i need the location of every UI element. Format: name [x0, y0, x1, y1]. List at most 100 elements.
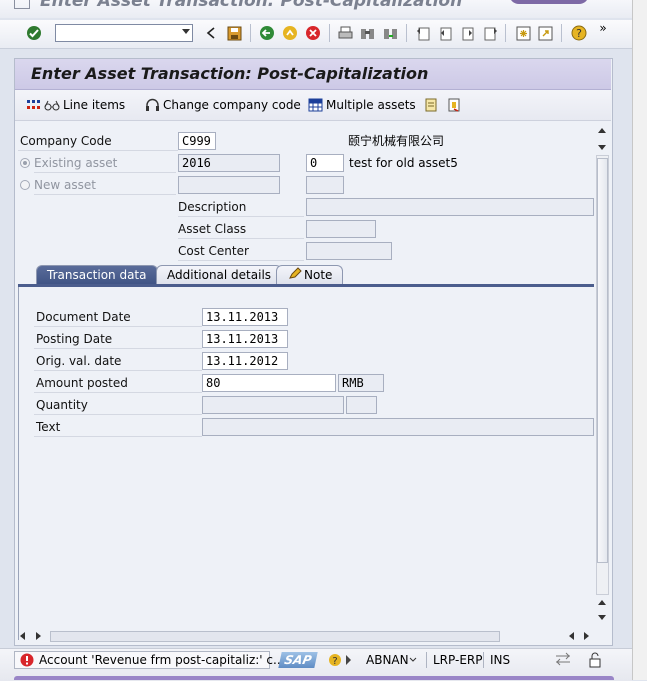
more-icon[interactable]: »	[595, 20, 611, 36]
status-chevron-icon[interactable]	[409, 652, 417, 668]
window-control-button[interactable]	[509, 0, 589, 4]
toolbar-separator	[250, 24, 251, 42]
description-label: Description	[178, 198, 304, 217]
horizontal-scrollbar[interactable]	[18, 629, 609, 643]
svg-text:?: ?	[332, 656, 337, 667]
scroll-right-icon[interactable]	[584, 632, 589, 640]
document-overview-icon	[424, 98, 439, 112]
new-asset-subnumber-field[interactable]	[306, 176, 344, 194]
connection-icon	[555, 652, 571, 668]
tab-additional-details[interactable]: Additional details	[156, 265, 283, 285]
scroll-up-icon[interactable]	[598, 600, 606, 605]
asset-class-field[interactable]	[306, 220, 376, 238]
first-page-icon[interactable]	[415, 25, 431, 41]
scroll-left-icon[interactable]	[569, 632, 574, 640]
description-field[interactable]	[306, 198, 594, 216]
existing-asset-label: Existing asset	[34, 154, 176, 173]
status-message[interactable]: Account 'Revenue frm post-capitaliz:' c.…	[14, 651, 284, 670]
background-window-strip	[632, 0, 647, 680]
company-name: 颐宁机械有限公司	[348, 134, 445, 148]
simulate-button[interactable]	[447, 96, 462, 114]
asset-subnumber-field[interactable]: 0	[306, 154, 344, 172]
insert-mode-field: INS	[490, 653, 511, 667]
cancel-icon[interactable]	[305, 25, 321, 41]
new-session-icon[interactable]	[515, 25, 531, 41]
currency-field[interactable]: RMB	[338, 374, 384, 392]
status-message-text: Account 'Revenue frm post-capitaliz:' c.…	[39, 653, 285, 667]
check-icon[interactable]	[26, 25, 42, 41]
posting-date-field[interactable]: 13.11.2013	[202, 330, 288, 348]
help-icon[interactable]: ?	[571, 25, 587, 41]
quantity-label: Quantity	[34, 396, 202, 415]
change-company-code-label: Change company code	[163, 98, 301, 112]
toolbar-separator	[561, 24, 562, 42]
scroll-down-icon[interactable]	[598, 615, 606, 620]
find-icon[interactable]	[359, 25, 375, 41]
next-page-icon[interactable]	[460, 25, 476, 41]
toolbar-separator	[329, 24, 330, 42]
shortcut-icon[interactable]	[537, 25, 553, 41]
scrollbar-thumb[interactable]	[597, 158, 608, 563]
expand-arrow-icon[interactable]	[345, 652, 353, 668]
new-asset-label: New asset	[34, 176, 176, 195]
scroll-down-icon[interactable]	[598, 145, 606, 150]
orig-val-date-label: Orig. val. date	[34, 352, 202, 371]
asset-description-text: test for old asset5	[349, 156, 458, 170]
scroll-left-icon[interactable]	[20, 632, 25, 640]
tab-label: Transaction data	[47, 268, 147, 282]
existing-asset-radio[interactable]	[20, 158, 30, 168]
existing-asset-field[interactable]: 2016	[178, 154, 280, 172]
svg-text:?: ?	[576, 27, 582, 40]
document-date-field[interactable]: 13.11.2013	[202, 308, 288, 326]
error-icon	[20, 653, 34, 670]
tab-label: Note	[304, 268, 333, 282]
find-next-icon[interactable]	[382, 25, 398, 41]
orig-val-date-field[interactable]: 13.11.2012	[202, 352, 288, 370]
line-items-button[interactable]: Line items	[26, 96, 125, 114]
prev-page-icon[interactable]	[437, 25, 453, 41]
vertical-scrollbar[interactable]	[596, 125, 609, 625]
tab-note[interactable]: Note	[276, 265, 344, 285]
back-arrow-icon[interactable]	[203, 25, 219, 41]
scrollbar-track[interactable]	[50, 631, 500, 642]
last-page-icon[interactable]	[482, 25, 498, 41]
document-overview-button[interactable]	[424, 96, 439, 114]
window-title: Enter Asset Transaction: Post-Capitaliza…	[40, 0, 463, 11]
cost-center-field[interactable]	[306, 242, 392, 260]
system-info-icon[interactable]: ?	[328, 652, 342, 668]
glasses-icon	[44, 98, 60, 112]
scroll-right-icon[interactable]	[36, 632, 41, 640]
lock-icon[interactable]	[588, 652, 602, 668]
scroll-up-icon[interactable]	[598, 128, 606, 133]
status-divider	[483, 652, 484, 668]
multiple-assets-button[interactable]: Multiple assets	[308, 96, 416, 114]
new-asset-field[interactable]	[178, 176, 280, 194]
headset-icon	[145, 98, 160, 112]
line-items-icon	[26, 98, 41, 112]
simulate-icon	[447, 98, 462, 112]
quantity-unit-field[interactable]	[346, 396, 377, 414]
new-asset-radio[interactable]	[20, 180, 30, 190]
print-icon[interactable]	[337, 25, 353, 41]
company-code-label: Company Code	[18, 132, 178, 151]
company-code-field[interactable]: C999	[178, 132, 216, 150]
tab-transaction-data[interactable]: Transaction data	[36, 265, 158, 285]
quantity-field[interactable]	[202, 396, 344, 414]
transaction-icon	[14, 0, 30, 9]
page-title: Enter Asset Transaction: Post-Capitaliza…	[31, 64, 429, 83]
sap-logo: SAP	[278, 652, 318, 668]
command-field[interactable]	[55, 24, 193, 42]
amount-posted-field[interactable]: 80	[202, 374, 336, 392]
multiple-assets-label: Multiple assets	[326, 98, 416, 112]
window-bottom-accent	[14, 676, 614, 680]
line-items-label: Line items	[63, 98, 126, 112]
chevron-down-icon[interactable]	[182, 29, 190, 34]
exit-icon[interactable]	[282, 25, 298, 41]
change-company-code-button[interactable]: Change company code	[145, 96, 301, 114]
amount-posted-label: Amount posted	[34, 374, 202, 393]
green-back-icon[interactable]	[259, 25, 275, 41]
save-icon[interactable]	[226, 25, 242, 41]
text-field[interactable]	[202, 418, 594, 436]
document-date-label: Document Date	[34, 308, 202, 327]
status-divider	[426, 652, 427, 668]
